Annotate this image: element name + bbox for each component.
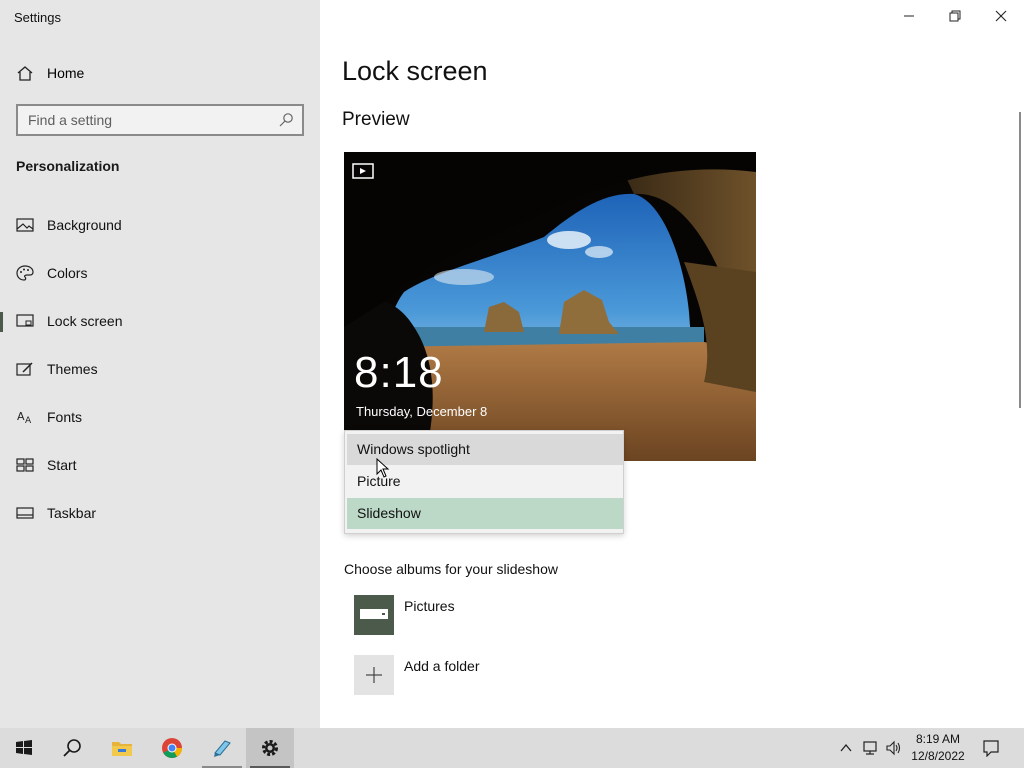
network-icon[interactable] [863, 740, 879, 756]
chrome-icon [162, 738, 182, 758]
picture-icon [16, 218, 34, 232]
sidebar-item-label: Lock screen [47, 313, 123, 329]
minimize-icon [904, 15, 914, 17]
sidebar-item-taskbar[interactable]: Taskbar [0, 493, 320, 533]
font-icon: A A [17, 410, 32, 425]
palette-icon [16, 265, 34, 281]
add-folder-label[interactable]: Add a folder [404, 658, 480, 674]
album-name[interactable]: Pictures [404, 598, 455, 614]
file-explorer-icon [112, 742, 132, 756]
sidebar-item-themes[interactable]: Themes [0, 349, 320, 389]
lock-screen-icon [16, 314, 34, 327]
svg-text:A: A [17, 410, 25, 423]
settings-gear-icon [262, 740, 278, 756]
home-nav-item[interactable]: Home [0, 56, 320, 90]
preview-date: Thursday, December 8 [356, 404, 488, 419]
close-icon [995, 10, 1007, 22]
sidebar-item-label: Background [47, 217, 122, 233]
add-folder-button[interactable] [354, 655, 394, 695]
brush-icon [16, 362, 33, 376]
minimize-button[interactable] [886, 0, 932, 32]
sidebar-item-start[interactable]: Start [0, 445, 320, 485]
search-icon[interactable] [278, 112, 294, 128]
close-button[interactable] [978, 0, 1024, 32]
clock-date: 12/8/2022 [911, 749, 965, 763]
restore-button[interactable] [932, 0, 978, 32]
sidebar: Settings Home Personalization Background… [0, 0, 320, 728]
clock-time: 8:19 AM [915, 732, 961, 746]
svg-text:A: A [25, 416, 32, 425]
chrome-button[interactable] [148, 728, 196, 768]
sidebar-item-label: Themes [47, 361, 98, 377]
slideshow-icon [352, 163, 374, 179]
sidebar-item-label: Taskbar [47, 505, 97, 521]
taskbar-clock[interactable]: 8:19 AM 12/8/2022 [905, 731, 971, 765]
app-title: Settings [14, 10, 61, 25]
sidebar-item-background[interactable]: Background [0, 205, 320, 245]
sidebar-item-label: Fonts [47, 409, 83, 425]
taskbar-icon [16, 507, 34, 519]
home-label: Home [47, 65, 85, 81]
file-explorer-button[interactable] [98, 728, 146, 768]
album-tile[interactable] [354, 595, 394, 635]
volume-icon[interactable] [886, 740, 902, 756]
start-grid-icon [16, 458, 34, 472]
page-title: Lock screen [342, 56, 488, 86]
lock-screen-preview: 8:18 Thursday, December 8 [344, 152, 756, 461]
taskbar [0, 728, 1024, 768]
restore-icon [949, 10, 961, 22]
search-input[interactable] [18, 106, 272, 134]
section-title: Personalization [16, 158, 120, 174]
start-button[interactable] [0, 728, 48, 768]
background-dropdown-list[interactable]: Windows spotlight Picture Slideshow [344, 430, 624, 534]
sidebar-item-label: Colors [47, 265, 88, 281]
start-icon [16, 740, 32, 755]
plus-icon [366, 667, 382, 683]
scrollbar[interactable] [1019, 112, 1021, 408]
mouse-pointer-icon [376, 458, 390, 478]
notepad-icon [214, 740, 231, 757]
home-icon [17, 66, 33, 81]
chevron-up-icon[interactable] [838, 740, 854, 756]
sidebar-item-colors[interactable]: Colors [0, 253, 320, 293]
search-box[interactable] [16, 104, 304, 136]
notepad-button[interactable] [198, 728, 246, 768]
preview-heading: Preview [342, 109, 410, 130]
sidebar-item-lock-screen[interactable]: Lock screen [0, 301, 320, 341]
sidebar-item-label: Start [47, 457, 77, 473]
preview-time: 8:18 [354, 348, 444, 397]
taskbar-search-button[interactable] [48, 728, 96, 768]
option-slideshow[interactable]: Slideshow [347, 498, 623, 529]
drive-icon [360, 609, 388, 619]
settings-taskbar-button[interactable] [246, 728, 294, 768]
sidebar-item-fonts[interactable]: A A Fonts [0, 397, 320, 437]
notification-icon[interactable] [982, 739, 1000, 757]
search-icon [63, 739, 81, 757]
albums-label: Choose albums for your slideshow [344, 561, 558, 577]
